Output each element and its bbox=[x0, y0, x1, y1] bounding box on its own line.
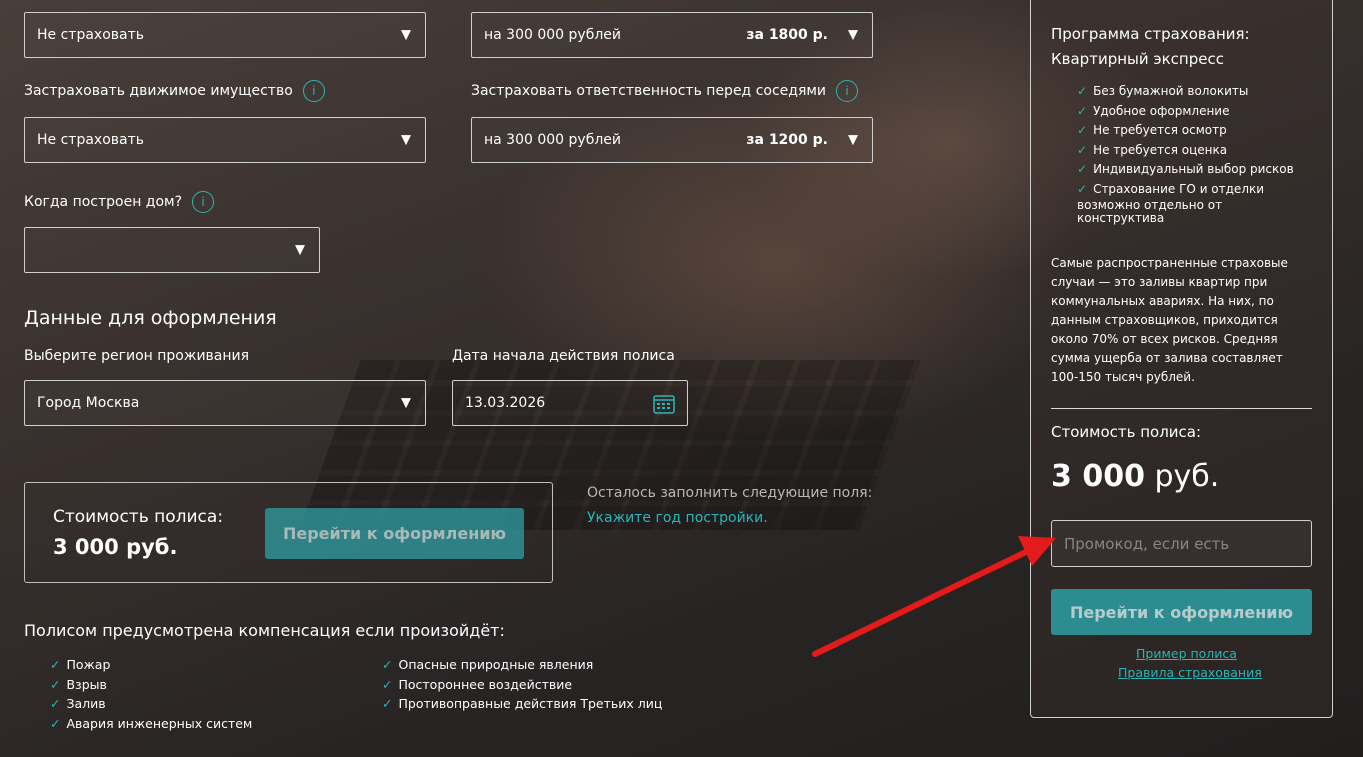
red-arrow-annotation bbox=[812, 536, 1056, 657]
